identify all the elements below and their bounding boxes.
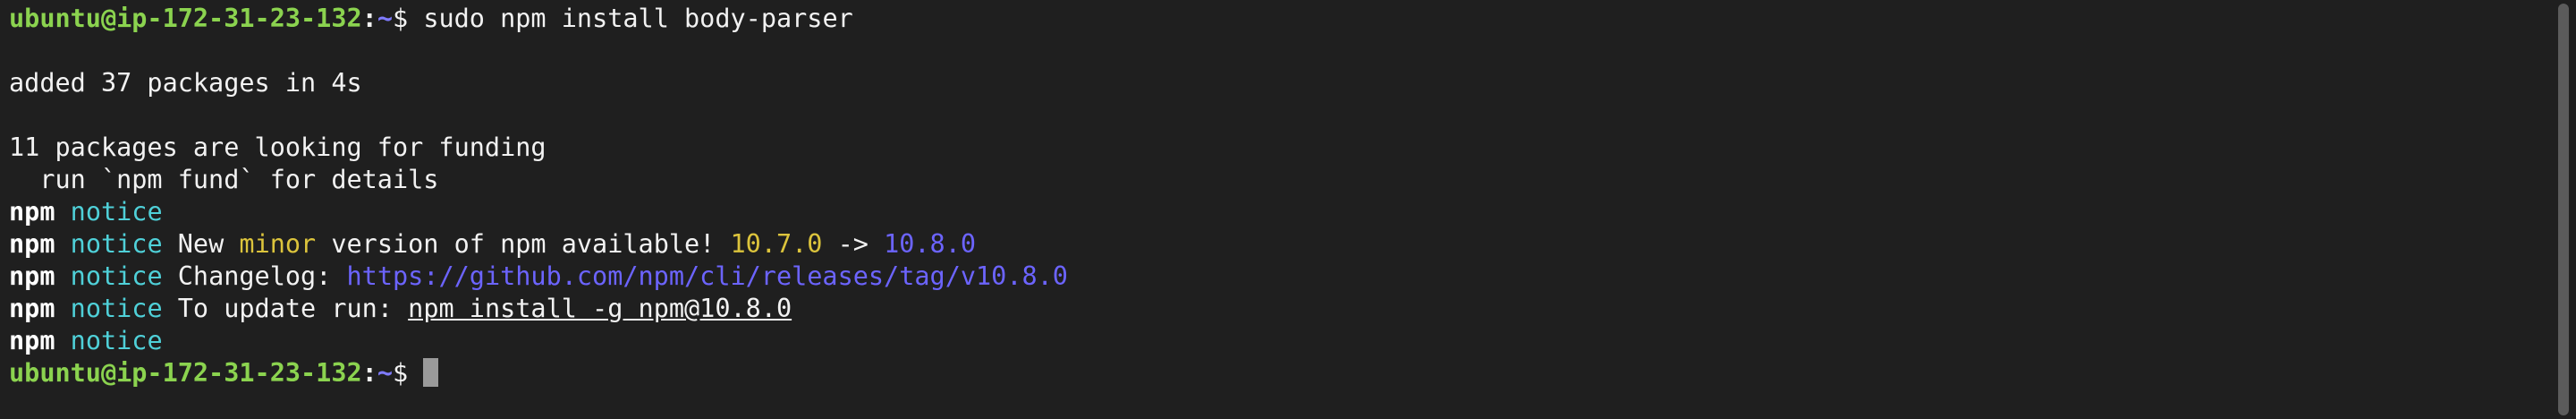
- npm-label: npm: [9, 261, 55, 291]
- active-prompt-line[interactable]: ubuntu@ip-172-31-23-132:~$: [9, 357, 2540, 389]
- version-arrow: ->: [822, 229, 885, 259]
- npm-label: npm: [9, 229, 55, 259]
- prompt-dollar: $: [393, 4, 424, 33]
- version-text: version of npm available!: [316, 229, 731, 259]
- notice-label: notice: [70, 197, 163, 227]
- npm-notice-update: npm notice To update run: npm install -g…: [9, 293, 2540, 325]
- new-version: 10.8.0: [884, 229, 977, 259]
- npm-notice-new-version: npm notice New minor version of npm avai…: [9, 228, 2540, 261]
- minor-label: minor: [239, 229, 317, 259]
- npm-label: npm: [9, 326, 55, 355]
- npm-label: npm: [9, 294, 55, 323]
- vertical-scrollbar[interactable]: [2558, 0, 2572, 419]
- scrollbar-thumb[interactable]: [2558, 4, 2569, 415]
- new-prefix: New: [162, 229, 240, 259]
- old-version: 10.7.0: [730, 229, 823, 259]
- notice-label: notice: [70, 261, 163, 291]
- terminal-output: ubuntu@ip-172-31-23-132:~$ sudo npm inst…: [9, 3, 2540, 389]
- prompt-colon: :: [361, 4, 377, 33]
- text-cursor: [423, 358, 439, 387]
- prompt-dollar: $: [393, 358, 424, 388]
- changelog-label: Changelog:: [162, 261, 347, 291]
- update-command[interactable]: npm install -g npm@10.8.0: [408, 294, 792, 323]
- npm-notice-line: npm notice: [9, 196, 2540, 228]
- prompt-path: ~: [377, 4, 393, 33]
- changelog-link[interactable]: https://github.com/npm/cli/releases/tag/…: [347, 261, 1068, 291]
- notice-label: notice: [70, 326, 163, 355]
- command-line: ubuntu@ip-172-31-23-132:~$ sudo npm inst…: [9, 3, 2540, 35]
- update-label: To update run:: [162, 294, 409, 323]
- npm-notice-changelog: npm notice Changelog: https://github.com…: [9, 261, 2540, 293]
- npm-notice-line: npm notice: [9, 325, 2540, 357]
- terminal-window[interactable]: ubuntu@ip-172-31-23-132:~$ sudo npm inst…: [0, 0, 2576, 419]
- prompt-user-host: ubuntu@ip-172-31-23-132: [9, 4, 362, 33]
- notice-label: notice: [70, 229, 163, 259]
- output-funding: 11 packages are looking for funding: [9, 133, 547, 162]
- output-added: added 37 packages in 4s: [9, 68, 362, 98]
- notice-label: notice: [70, 294, 163, 323]
- command-text: sudo npm install body-parser: [423, 4, 853, 33]
- prompt-user-host: ubuntu@ip-172-31-23-132: [9, 358, 362, 388]
- npm-label: npm: [9, 197, 55, 227]
- output-fund-hint: run `npm fund` for details: [9, 165, 439, 194]
- prompt-colon: :: [361, 358, 377, 388]
- prompt-path: ~: [377, 358, 393, 388]
